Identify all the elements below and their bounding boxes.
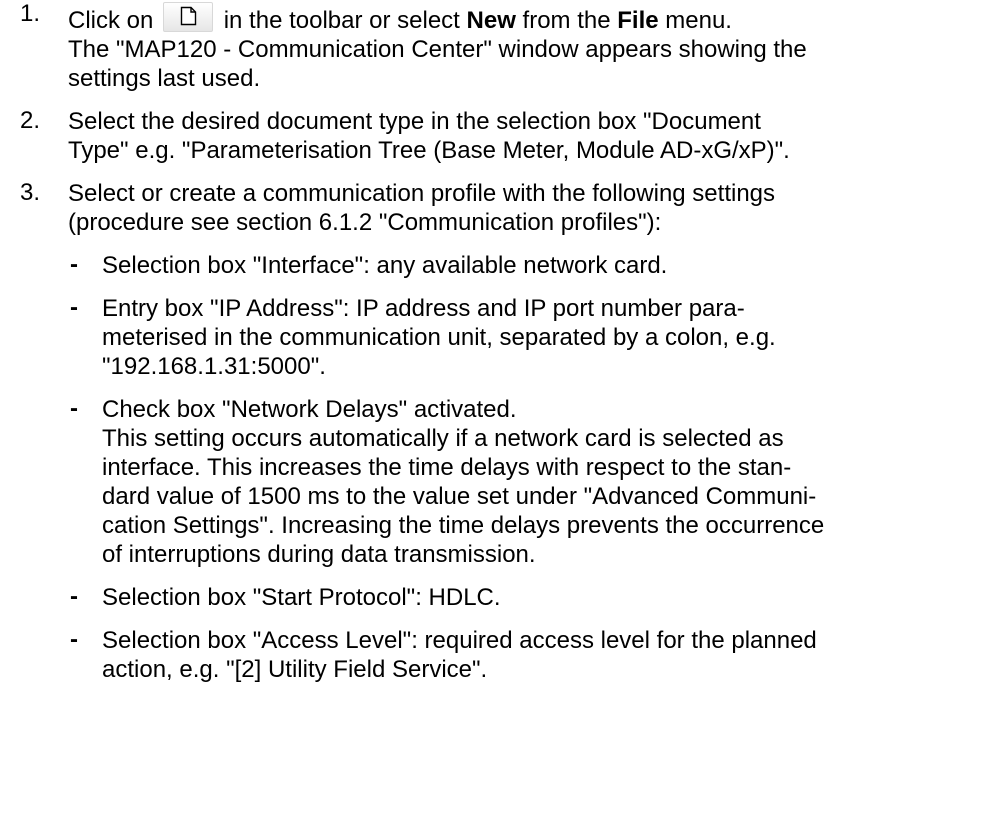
step-line: Select or create a communication profile…: [68, 180, 776, 207]
step-line: The "MAP120 - Communication Center" wind…: [68, 36, 807, 63]
step-line: Select the desired document type in the …: [68, 108, 761, 135]
setting-item-access-level: - Selection box "Access Level": required…: [68, 626, 1003, 684]
bullet-dash: -: [70, 583, 78, 610]
setting-line: Selection box "Access Level": required a…: [102, 627, 817, 654]
bullet-dash: -: [70, 251, 78, 278]
setting-line: cation Settings". Increasing the time de…: [102, 512, 825, 539]
instruction-document: 1 Click on in the toolbar or select New …: [0, 0, 1003, 698]
step-line: Type" e.g. "Parameterisation Tree (Base …: [68, 137, 790, 164]
setting-line: This setting occurs automatically if a n…: [102, 425, 784, 452]
setting-line: interface. This increases the time delay…: [102, 454, 792, 481]
setting-line: Selection box "Start Protocol": HDLC.: [102, 584, 501, 611]
setting-item-start-protocol: - Selection box "Start Protocol": HDLC.: [68, 583, 1003, 612]
setting-item-interface: - Selection box "Interface": any availab…: [68, 251, 1003, 280]
setting-line: meterised in the communication unit, sep…: [102, 324, 776, 351]
step-number: 1: [0, 0, 40, 28]
step-text: in the toolbar or select: [223, 7, 460, 34]
step-number: 3: [0, 179, 40, 207]
step-line: (procedure see section 6.1.2 "Communicat…: [68, 209, 662, 236]
step-text: Click on: [68, 7, 154, 34]
setting-line: dard value of 1500 ms to the value set u…: [102, 483, 817, 510]
setting-item-ip-address: - Entry box "IP Address": IP address and…: [68, 294, 1003, 381]
step-text: from the: [522, 7, 611, 34]
setting-line: Selection box "Interface": any available…: [102, 252, 668, 279]
bullet-dash: -: [70, 626, 78, 653]
bullet-dash: -: [70, 294, 78, 321]
setting-line: of interruptions during data transmissio…: [102, 541, 536, 568]
settings-list: - Selection box "Interface": any availab…: [68, 251, 1003, 684]
new-menu-item-ref: New: [466, 7, 516, 34]
file-menu-ref: File: [617, 7, 659, 34]
step-3: 3 Select or create a communication profi…: [0, 179, 1003, 684]
setting-item-network-delays: - Check box "Network Delays" activated. …: [68, 395, 1003, 569]
step-text: menu.: [665, 7, 732, 34]
bullet-dash: -: [70, 395, 78, 422]
setting-line: Entry box "IP Address": IP address and I…: [102, 295, 745, 322]
step-2: 2 Select the desired document type in th…: [0, 107, 1003, 165]
setting-line: Check box "Network Delays" activated.: [102, 396, 517, 423]
step-number: 2: [0, 107, 40, 135]
step-line: settings last used.: [68, 65, 261, 92]
step-1: 1 Click on in the toolbar or select New …: [0, 0, 1003, 93]
setting-line: action, e.g. "[2] Utility Field Service"…: [102, 656, 488, 683]
step-line: Click on in the toolbar or select New fr…: [68, 2, 1003, 35]
new-document-icon: [163, 2, 214, 32]
setting-line: "192.168.1.31:5000".: [102, 353, 326, 380]
